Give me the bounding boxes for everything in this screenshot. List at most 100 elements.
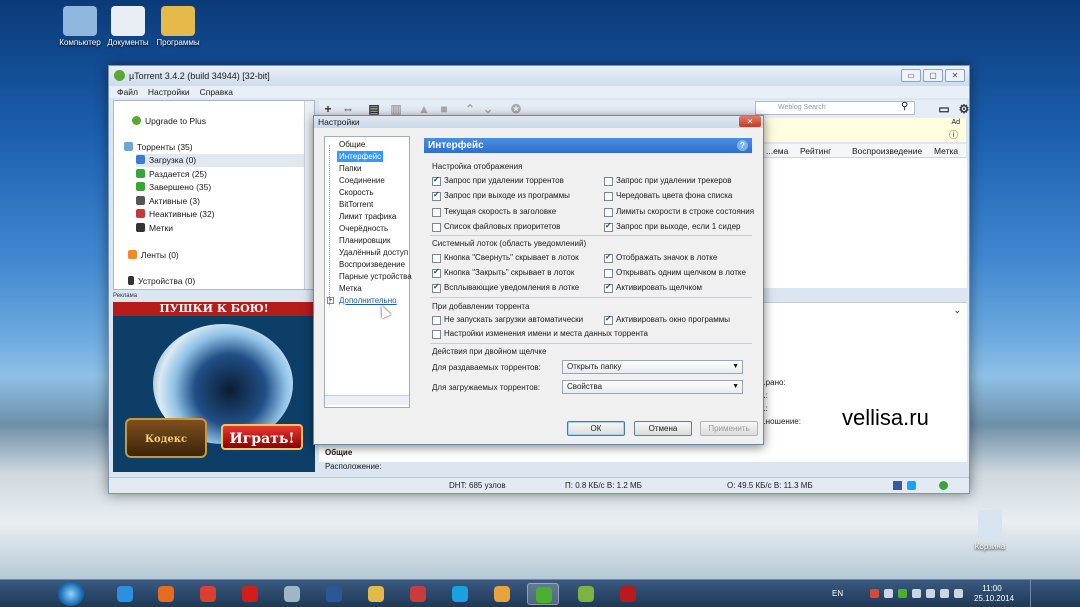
menu-file[interactable]: Файл bbox=[117, 86, 138, 98]
nav-item-label[interactable]: Метка bbox=[339, 283, 362, 294]
share-icon[interactable]: ✪ bbox=[509, 102, 523, 116]
window-titlebar[interactable]: µTorrent 3.4.2 (build 34944) [32-bit] ▭ … bbox=[109, 66, 969, 86]
sidebar-item-seeding[interactable]: Раздается (25) bbox=[136, 168, 326, 181]
checkbox-minimize-to-tray[interactable]: Кнопка "Свернуть" скрывает в лоток bbox=[432, 253, 579, 263]
column-header[interactable]: Воспроизведение bbox=[852, 144, 922, 158]
nav-item-queueing[interactable]: Очерёдность bbox=[339, 223, 388, 234]
checkbox-activate-on-click[interactable]: Активировать щелчком bbox=[604, 282, 702, 293]
sidebar-item-active[interactable]: Активные (3) bbox=[136, 195, 326, 208]
language-indicator[interactable]: EN bbox=[832, 589, 843, 598]
checkbox-show-tray-icon[interactable]: Отображать значок в лотке bbox=[604, 252, 717, 263]
network-icon[interactable] bbox=[940, 589, 949, 598]
seeding-action-select[interactable]: Открыть папку ▼ bbox=[562, 360, 743, 374]
expand-icon[interactable]: + bbox=[327, 297, 334, 304]
sidebar-item-feeds[interactable]: Ленты (0) bbox=[128, 249, 318, 262]
desktop-icon-recycle-bin[interactable]: Корзина bbox=[960, 510, 1020, 551]
create-torrent-icon[interactable]: ▤ bbox=[367, 102, 381, 116]
nav-item-general[interactable]: Общие bbox=[339, 139, 365, 150]
taskbar-app-firefox[interactable] bbox=[150, 583, 182, 605]
delete-icon[interactable]: ▥ bbox=[389, 102, 403, 116]
sidebar-item-inactive[interactable]: Неактивные (32) bbox=[136, 208, 326, 221]
checkbox-speed-limits-status[interactable]: Лимиты скорости в строке состояния bbox=[604, 207, 754, 217]
column-header[interactable]: Рейтинг bbox=[800, 144, 831, 158]
torrent-list[interactable] bbox=[764, 158, 967, 288]
taskbar-app-word[interactable] bbox=[318, 583, 350, 605]
taskbar-app-explorer[interactable] bbox=[360, 583, 392, 605]
sidebar-item-upgrade[interactable]: Upgrade to Plus bbox=[132, 115, 322, 128]
add-link-icon[interactable]: ⇔ bbox=[341, 102, 355, 116]
ad-banner[interactable]: ПУШКИ К БОЮ! Кодекс ПИРАТА Играть! bbox=[113, 302, 315, 472]
checkbox-dont-start-auto[interactable]: Не запускать загрузки автоматически bbox=[432, 315, 583, 325]
close-button[interactable]: ✕ bbox=[945, 69, 965, 82]
checkbox-single-click-tray[interactable]: Открывать одним щелчком в лотке bbox=[604, 268, 746, 278]
menu-settings[interactable]: Настройки bbox=[148, 86, 190, 98]
checkbox-balloon-notifications[interactable]: Всплывающие уведомления в лотке bbox=[432, 282, 579, 293]
nav-item-remote[interactable]: Удалённый доступ bbox=[339, 247, 408, 258]
maximize-button[interactable]: ▢ bbox=[923, 69, 943, 82]
cancel-button[interactable]: Отмена bbox=[634, 421, 692, 436]
move-up-icon[interactable]: ⌃ bbox=[463, 102, 477, 116]
checkbox-file-priorities[interactable]: Список файловых приоритетов bbox=[432, 222, 560, 232]
desktop-icon-programs[interactable]: Программы bbox=[148, 6, 208, 47]
gear-icon[interactable]: ⚙ bbox=[957, 102, 971, 116]
checkbox-confirm-delete-torrents[interactable]: Запрос при удалении торрентов bbox=[432, 175, 564, 186]
settings-close-button[interactable]: ✕ bbox=[739, 116, 761, 127]
help-icon[interactable]: ? bbox=[737, 140, 748, 151]
sidebar-item-downloading[interactable]: Загрузка (0) bbox=[136, 154, 304, 167]
downloading-action-select[interactable]: Свойства ▼ bbox=[562, 380, 743, 394]
checkbox-activate-window[interactable]: Активировать окно программы bbox=[604, 314, 730, 325]
sidebar-item-completed[interactable]: Завершено (35) bbox=[136, 181, 326, 194]
start-icon[interactable]: ▲ bbox=[417, 102, 431, 116]
taskbar-app-utorrent[interactable] bbox=[527, 583, 559, 605]
checkbox-confirm-exit-seeder[interactable]: Запрос при выходе, если 1 сидер bbox=[604, 221, 740, 232]
tray-icon[interactable] bbox=[926, 589, 935, 598]
checkbox-speed-in-title[interactable]: Текущая скорость в заголовке bbox=[432, 207, 556, 217]
nav-item-paired-devices[interactable]: Парные устройства bbox=[339, 271, 412, 282]
search-input[interactable]: Weblog Search bbox=[755, 101, 915, 115]
info-icon[interactable]: ⓘ bbox=[949, 128, 958, 141]
checkbox-rename-settings[interactable]: Настройки изменения имени и места данных… bbox=[432, 329, 648, 339]
ok-button[interactable]: ОК bbox=[567, 421, 625, 436]
nav-item-bittorrent[interactable]: BitTorrent bbox=[339, 199, 373, 210]
remote-icon[interactable]: ▭ bbox=[937, 102, 951, 116]
menu-help[interactable]: Справка bbox=[200, 86, 233, 98]
taskbar-app-ie[interactable] bbox=[109, 583, 141, 605]
show-desktop-button[interactable] bbox=[1030, 580, 1038, 607]
taskbar-app-opera[interactable] bbox=[234, 583, 266, 605]
facebook-icon[interactable] bbox=[893, 481, 902, 490]
taskbar-app-picasa[interactable] bbox=[402, 583, 434, 605]
checkbox-close-to-tray[interactable]: Кнопка "Закрыть" скрывает в лоток bbox=[432, 267, 574, 278]
column-header[interactable]: ...ема bbox=[766, 144, 788, 158]
tray-icon[interactable] bbox=[898, 589, 907, 598]
nav-item-playback[interactable]: Воспроизведение bbox=[339, 259, 405, 270]
search-icon[interactable]: ⚲ bbox=[901, 101, 908, 112]
clock[interactable]: 11:00 25.10.2014 bbox=[974, 584, 1014, 604]
taskbar-app-app13[interactable] bbox=[612, 583, 644, 605]
move-down-icon[interactable]: ⌄ bbox=[481, 102, 495, 116]
stop-icon[interactable]: ■ bbox=[437, 102, 451, 116]
minimize-button[interactable]: ▭ bbox=[901, 69, 921, 82]
sidebar-item-labels[interactable]: Метки bbox=[136, 222, 326, 235]
nav-item-folders[interactable]: Папки bbox=[339, 163, 362, 174]
taskbar-app-player[interactable] bbox=[486, 583, 518, 605]
details-collapse-icon[interactable]: ⌄ bbox=[953, 305, 961, 316]
checkbox-alternate-colors[interactable]: Чередовать цвета фона списка bbox=[604, 191, 732, 201]
ad-play-button[interactable]: Играть! bbox=[221, 424, 303, 450]
volume-icon[interactable] bbox=[954, 589, 963, 598]
nav-item-transfer-cap[interactable]: Лимит трафика bbox=[339, 211, 396, 222]
tray-icon[interactable] bbox=[884, 589, 893, 598]
nav-item-advanced[interactable]: Дополнительно bbox=[339, 295, 397, 306]
nav-item-bandwidth[interactable]: Скорость bbox=[339, 187, 374, 198]
checkbox-confirm-exit[interactable]: Запрос при выходе из программы bbox=[432, 190, 570, 201]
sidebar-item-devices[interactable]: Устройства (0) bbox=[128, 275, 318, 288]
nav-hscrollbar[interactable] bbox=[325, 395, 409, 405]
nav-item-interface[interactable]: Интерфейс bbox=[337, 151, 384, 162]
start-button[interactable] bbox=[58, 582, 84, 606]
nav-item-connection[interactable]: Соединение bbox=[339, 175, 385, 186]
column-header[interactable]: Метка bbox=[934, 144, 958, 158]
apply-button[interactable]: Применить bbox=[700, 421, 758, 436]
taskbar-app-skype[interactable] bbox=[444, 583, 476, 605]
tray-flag-icon[interactable] bbox=[870, 589, 879, 598]
checkbox-confirm-delete-trackers[interactable]: Запрос при удалении трекеров bbox=[604, 176, 732, 186]
taskbar-app-app5[interactable] bbox=[276, 583, 308, 605]
